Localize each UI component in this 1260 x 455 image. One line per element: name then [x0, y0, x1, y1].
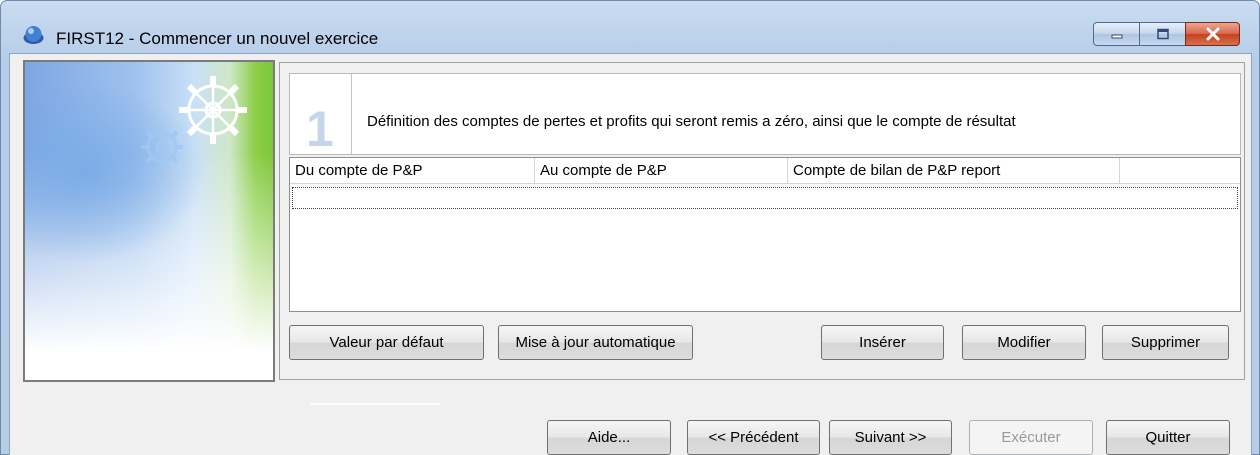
wizard-banner-image [23, 60, 275, 382]
step-number-box: 1 [290, 74, 352, 154]
step-number: 1 [306, 101, 334, 157]
insert-button[interactable]: Insérer [821, 325, 944, 360]
caption-buttons [1093, 22, 1240, 46]
previous-button[interactable]: << Précédent [687, 420, 820, 455]
minimize-button[interactable] [1093, 22, 1139, 46]
close-button[interactable] [1185, 22, 1240, 46]
gear-icon [179, 76, 247, 144]
auto-update-button[interactable]: Mise à jour automatique [498, 325, 693, 360]
separator [310, 403, 440, 405]
column-header-to-account[interactable]: Au compte de P&P [535, 158, 788, 184]
step-description: Définition des comptes de pertes et prof… [367, 113, 1016, 130]
wizard-window: FIRST12 - Commencer un nouvel exercice 1… [0, 0, 1260, 455]
default-value-button[interactable]: Valeur par défaut [289, 325, 484, 360]
title-bar[interactable]: FIRST12 - Commencer un nouvel exercice [1, 1, 1259, 51]
column-header-empty [1120, 158, 1240, 184]
quit-button[interactable]: Quitter [1106, 420, 1230, 455]
app-icon [23, 26, 44, 44]
maximize-icon [1156, 28, 1169, 40]
help-button[interactable]: Aide... [547, 420, 671, 455]
table-row[interactable] [292, 187, 1238, 209]
column-header-balance-account[interactable]: Compte de bilan de P&P report [788, 158, 1120, 184]
accounts-grid[interactable]: Du compte de P&P Au compte de P&P Compte… [289, 157, 1241, 312]
close-icon [1206, 27, 1219, 41]
column-header-from-account[interactable]: Du compte de P&P [290, 158, 535, 184]
next-button[interactable]: Suivant >> [829, 420, 952, 455]
window-title: FIRST12 - Commencer un nouvel exercice [56, 29, 379, 48]
execute-button[interactable]: Exécuter [969, 420, 1093, 455]
grid-header: Du compte de P&P Au compte de P&P Compte… [290, 158, 1240, 184]
modify-button[interactable]: Modifier [962, 325, 1086, 360]
maximize-button[interactable] [1139, 22, 1185, 46]
step-panel: 1 Définition des comptes de pertes et pr… [279, 62, 1245, 380]
wizard-client-area: 1 Définition des comptes de pertes et pr… [9, 53, 1252, 455]
minimize-icon [1111, 34, 1122, 39]
step-header: 1 Définition des comptes de pertes et pr… [289, 73, 1241, 155]
delete-button[interactable]: Supprimer [1102, 325, 1229, 360]
